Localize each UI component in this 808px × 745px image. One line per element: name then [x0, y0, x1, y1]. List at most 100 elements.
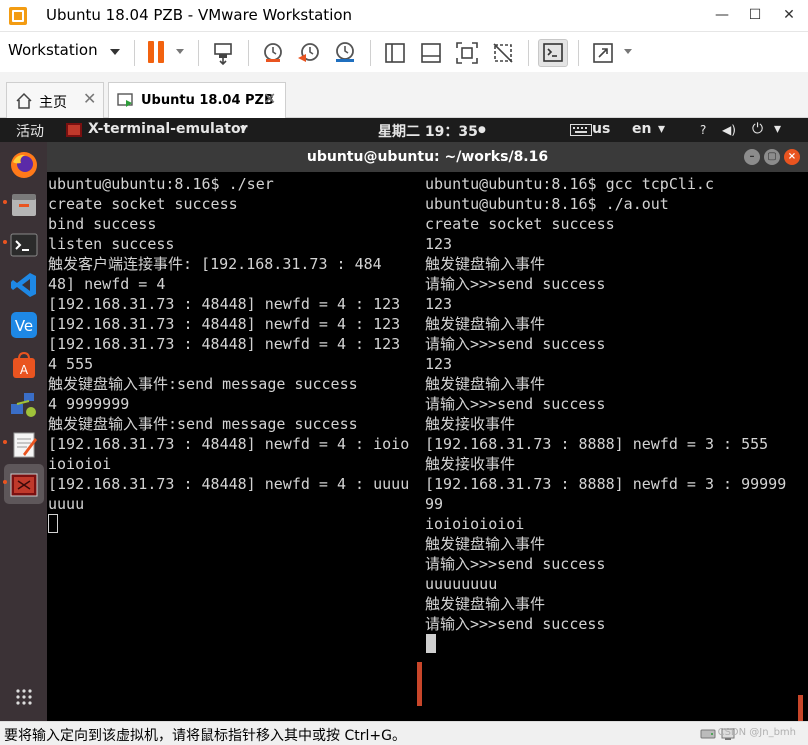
- terminal-line: 触发键盘输入事件: [425, 595, 546, 613]
- vmware-window: Ubuntu 18.04 PZB - VMware Workstation — …: [0, 0, 808, 745]
- workstation-menu-caret-icon[interactable]: [110, 49, 120, 55]
- terminal-line: uuuuuuuu: [425, 575, 498, 593]
- toolbar-divider: [370, 40, 371, 66]
- show-applications-icon[interactable]: [15, 688, 33, 706]
- terminal-line: 触发客户端连接事件: [192.168.31.73 : 484: [48, 255, 382, 273]
- pause-icon: [148, 41, 154, 63]
- network-tool-icon[interactable]: [9, 390, 39, 420]
- suspend-button[interactable]: [144, 40, 170, 66]
- terminal-line: create socket success: [425, 215, 615, 233]
- toolbar-divider: [248, 40, 249, 66]
- send-ctrl-alt-del-icon[interactable]: [210, 40, 236, 66]
- window-title: Ubuntu 18.04 PZB - VMware Workstation: [46, 6, 353, 24]
- tab-home[interactable]: 主页 ✕: [6, 82, 104, 118]
- tab-ubuntu-vm[interactable]: Ubuntu 18.04 PZB ✕: [108, 82, 286, 118]
- activities-button[interactable]: 活动: [16, 121, 44, 141]
- terminal-line: [192.168.31.73 : 48448] newfd = 4 : 123: [48, 315, 401, 333]
- terminal-line: 触发键盘输入事件:send message success: [48, 415, 358, 433]
- file-manager-icon[interactable]: [9, 190, 39, 220]
- terminal-titlebar[interactable]: ubuntu@ubuntu: ~/works/8.16 – ▢ ×: [47, 142, 808, 172]
- svg-text:A: A: [20, 363, 29, 377]
- terminal-line: 4 555: [48, 355, 94, 373]
- notification-dot-icon: ●: [478, 125, 486, 135]
- power-icon[interactable]: ⏻: [752, 121, 763, 137]
- revert-snapshot-icon[interactable]: [296, 40, 322, 66]
- network-icon[interactable]: ?: [700, 123, 706, 137]
- software-center-icon[interactable]: A: [9, 350, 39, 380]
- app-menu-caret-icon[interactable]: ▾: [240, 121, 247, 137]
- toolbar-divider: [528, 40, 529, 66]
- terminal-line: 123: [425, 355, 453, 373]
- window-titlebar: Ubuntu 18.04 PZB - VMware Workstation — …: [0, 0, 808, 32]
- tab-home-label: 主页: [39, 95, 67, 111]
- tab-ubuntu-vm-close-button[interactable]: ✕: [263, 89, 276, 108]
- home-icon: [16, 92, 32, 109]
- terminal-line: [192.168.31.73 : 48448] newfd = 4 : uuuu: [48, 475, 410, 493]
- text-editor-icon[interactable]: [9, 430, 39, 460]
- text-cursor: [48, 514, 58, 533]
- terminal-icon[interactable]: [9, 230, 39, 260]
- terminal-line: 触发接收事件: [425, 415, 516, 433]
- terminal-line: 触发键盘输入事件:send message success: [48, 375, 358, 393]
- minimize-button[interactable]: —: [707, 4, 737, 26]
- terminal-line: ubuntu@ubuntu:8.16$ ./a.out: [425, 195, 669, 213]
- text-cursor: [426, 634, 436, 653]
- terminal-line: 触发接收事件: [425, 455, 516, 473]
- full-screen-icon[interactable]: [454, 40, 480, 66]
- terminal-close-button[interactable]: ×: [784, 149, 800, 165]
- watermark: CSDN @Jn_bmh: [717, 727, 796, 738]
- clock[interactable]: 星期二 19：35: [378, 121, 478, 141]
- show-thumbnail-bar-icon[interactable]: [418, 40, 444, 66]
- running-indicator: [3, 480, 7, 484]
- vm-running-icon: [117, 93, 133, 107]
- terminal-window[interactable]: ubuntu@ubuntu: ~/works/8.16 – ▢ × ubuntu…: [47, 142, 808, 721]
- volume-icon[interactable]: ◀): [722, 123, 736, 137]
- workstation-menu[interactable]: Workstation: [8, 41, 98, 59]
- terminal-line: bind success: [48, 215, 157, 233]
- toolbar-divider: [134, 40, 135, 66]
- vmware-status-bar: 要将输入定向到该虚拟机，请将鼠标指针移入其中或按 Ctrl+G。 CSDN @J…: [0, 721, 808, 745]
- power-menu-caret-icon[interactable]: ▾: [774, 121, 781, 137]
- app-menu[interactable]: X-terminal-emulator: [88, 121, 247, 137]
- close-button[interactable]: ✕: [774, 4, 804, 26]
- vm-tab-bar: 主页 ✕ Ubuntu 18.04 PZB ✕: [0, 72, 808, 118]
- terminal-pane-client[interactable]: ubuntu@ubuntu:8.16$ gcc tcpCli.c ubuntu@u…: [424, 172, 808, 721]
- terminal-line: 请输入>>>send success: [425, 615, 606, 633]
- terminal-line: 请输入>>>send success: [425, 275, 606, 293]
- terminal-line: 4 9999999: [48, 395, 130, 413]
- running-indicator: [3, 200, 7, 204]
- firefox-icon[interactable]: [9, 150, 39, 180]
- show-library-icon[interactable]: [382, 40, 408, 66]
- terminal-line: [192.168.31.73 : 8888] newfd = 3 : 99999: [425, 475, 787, 493]
- snapshot-manager-icon[interactable]: [332, 40, 358, 66]
- terminal-pane-server[interactable]: ubuntu@ubuntu:8.16$ ./ser create socket s…: [47, 172, 418, 721]
- power-options-caret-icon[interactable]: [176, 49, 184, 54]
- stretch-options-caret-icon[interactable]: [624, 49, 632, 54]
- maximize-button[interactable]: ☐: [740, 4, 770, 26]
- input-language[interactable]: en: [632, 121, 651, 137]
- vscode-icon[interactable]: [9, 270, 39, 300]
- terminal-line: create socket success: [48, 195, 238, 213]
- terminal-line: 请输入>>>send success: [425, 555, 606, 573]
- ubuntu-top-bar: 活动 X-terminal-emulator ▾ 星期二 19：35 ● us …: [0, 118, 808, 142]
- input-language-caret-icon[interactable]: ▾: [658, 121, 665, 137]
- running-indicator: [3, 440, 7, 444]
- keyboard-icon[interactable]: [570, 124, 592, 136]
- hard-disk-icon[interactable]: [700, 727, 716, 741]
- terminal-minimize-button[interactable]: –: [744, 149, 760, 165]
- svg-text:Ve: Ve: [15, 317, 33, 335]
- x-terminal-icon[interactable]: [9, 470, 39, 500]
- terminal-title: ubuntu@ubuntu: ~/works/8.16: [306, 149, 549, 165]
- vnc-viewer-icon[interactable]: Ve: [9, 310, 39, 340]
- terminal-maximize-button[interactable]: ▢: [764, 149, 780, 165]
- terminal-line: [192.168.31.73 : 48448] newfd = 4 : 123: [48, 295, 401, 313]
- stretch-guest-icon[interactable]: [590, 40, 616, 66]
- ubuntu-desktop[interactable]: 活动 X-terminal-emulator ▾ 星期二 19：35 ● us …: [0, 118, 808, 721]
- keyboard-layout[interactable]: us: [592, 121, 610, 137]
- take-snapshot-icon[interactable]: [260, 40, 286, 66]
- terminal-line: 触发键盘输入事件: [425, 375, 546, 393]
- tab-home-close-button[interactable]: ✕: [83, 89, 96, 108]
- terminal-line: 触发键盘输入事件: [425, 255, 546, 273]
- console-view-button[interactable]: [538, 39, 568, 67]
- unity-mode-icon[interactable]: [490, 40, 516, 66]
